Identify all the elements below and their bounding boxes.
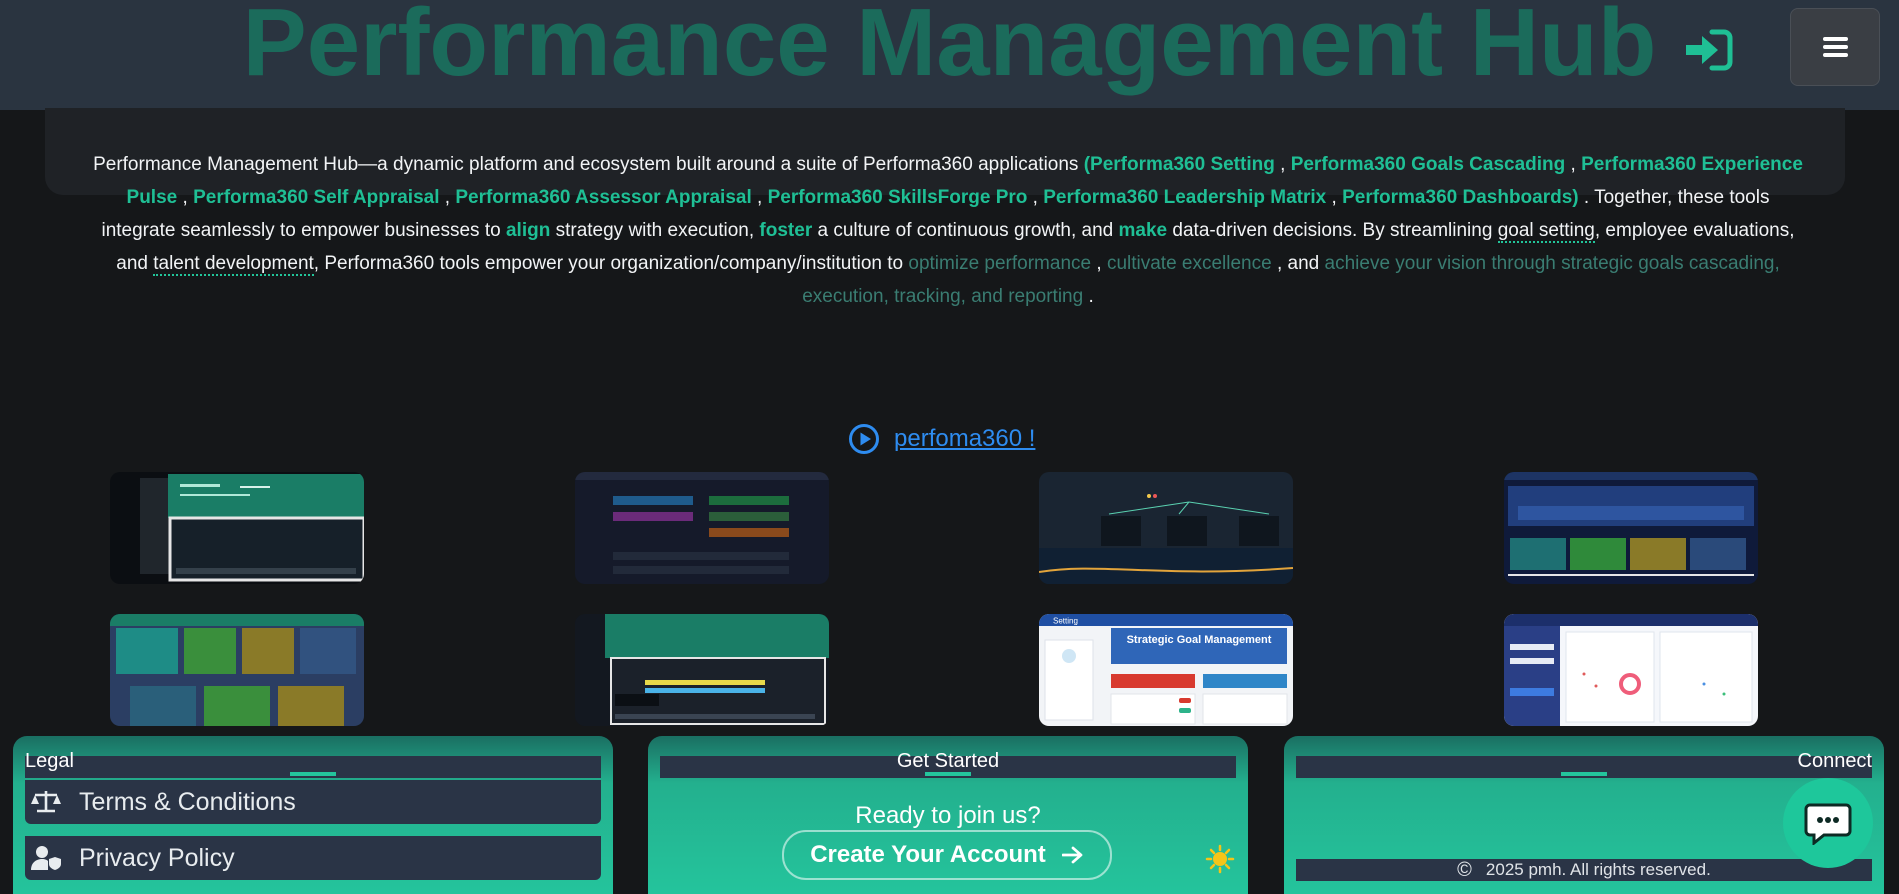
footer-get-started-column: Get Started Ready to join us? Create You… [648, 736, 1248, 894]
app-link-dashboards[interactable]: Performa360 Dashboards) [1342, 187, 1579, 208]
sign-in-icon[interactable] [1682, 28, 1734, 72]
keyword-talent-development: talent development [153, 253, 314, 276]
terms-label: Terms & Conditions [79, 787, 296, 816]
keyword-goal-setting: goal setting [1497, 220, 1595, 243]
screenshot-thumbnail[interactable] [110, 614, 364, 726]
video-link[interactable]: perfoma360 ! [848, 422, 1035, 456]
brand-title: Performance Management Hub [242, 0, 1657, 96]
privacy-label: Privacy Policy [79, 843, 235, 872]
menu-button[interactable] [1790, 8, 1880, 86]
screenshot-thumbnail[interactable] [575, 472, 829, 584]
footer-legal-column: Legal Terms & Conditions Privacy Policy [13, 736, 613, 894]
connect-heading: Connect [1797, 750, 1873, 772]
copyright-text: 2025 pmh. All rights reserved. [1485, 860, 1711, 879]
screenshot-thumbnail[interactable] [1039, 472, 1293, 584]
phrase-cultivate: cultivate excellence [1106, 253, 1272, 274]
app-link-setting[interactable]: (Performa360 Setting [1084, 154, 1275, 175]
keyword-foster: foster [759, 220, 813, 241]
copyright-icon: © [1457, 858, 1472, 881]
app-link-skillsforge-pro[interactable]: Performa360 SkillsForge Pro [768, 187, 1028, 208]
copyright-bar: © 2025 pmh. All rights reserved. [1296, 859, 1872, 881]
video-link-label: perfoma360 ! [894, 425, 1036, 452]
top-header: Performance Management Hub [0, 0, 1899, 110]
keyword-make: make [1118, 220, 1168, 241]
phrase-optimize: optimize performance [908, 253, 1092, 274]
app-link-self-appraisal[interactable]: Performa360 Self Appraisal [193, 187, 439, 208]
chat-icon [1804, 803, 1852, 845]
keyword-align: align [505, 220, 551, 241]
intro-paragraph: Performance Management Hub—a dynamic pla… [93, 154, 1803, 307]
screenshot-thumbnail[interactable] [1504, 614, 1758, 726]
app-link-goals-cascading[interactable]: Performa360 Goals Cascading [1291, 154, 1566, 175]
sun-icon [1205, 844, 1235, 874]
scale-balance-icon [31, 789, 67, 815]
play-circle-icon [849, 424, 879, 454]
app-link-assessor-appraisal[interactable]: Performa360 Assessor Appraisal [455, 187, 751, 208]
thumbnail-tab-label: Setting [1053, 617, 1078, 626]
legal-heading: Legal [25, 750, 74, 772]
screenshot-thumbnail[interactable] [575, 614, 829, 726]
thumbnail-title: Strategic Goal Management [1127, 634, 1272, 646]
screenshot-thumbnail[interactable] [1504, 472, 1758, 584]
screenshot-thumbnail[interactable]: Setting Strategic Goal Management [1039, 614, 1293, 726]
create-account-button[interactable]: Create Your Account [782, 830, 1112, 880]
terms-conditions-link[interactable]: Terms & Conditions [25, 780, 601, 824]
privacy-policy-link[interactable]: Privacy Policy [25, 836, 601, 880]
hamburger-menu-icon [1823, 37, 1848, 41]
get-started-heading: Get Started [896, 750, 1000, 772]
user-shield-icon [31, 845, 67, 871]
screenshot-thumbnail[interactable] [110, 472, 364, 584]
app-link-leadership-matrix[interactable]: Performa360 Leadership Matrix [1043, 187, 1326, 208]
chat-button[interactable] [1783, 778, 1873, 868]
ready-text: Ready to join us? [855, 802, 1041, 829]
arrow-right-icon [1061, 846, 1083, 864]
create-account-label: Create Your Account [810, 841, 1046, 868]
